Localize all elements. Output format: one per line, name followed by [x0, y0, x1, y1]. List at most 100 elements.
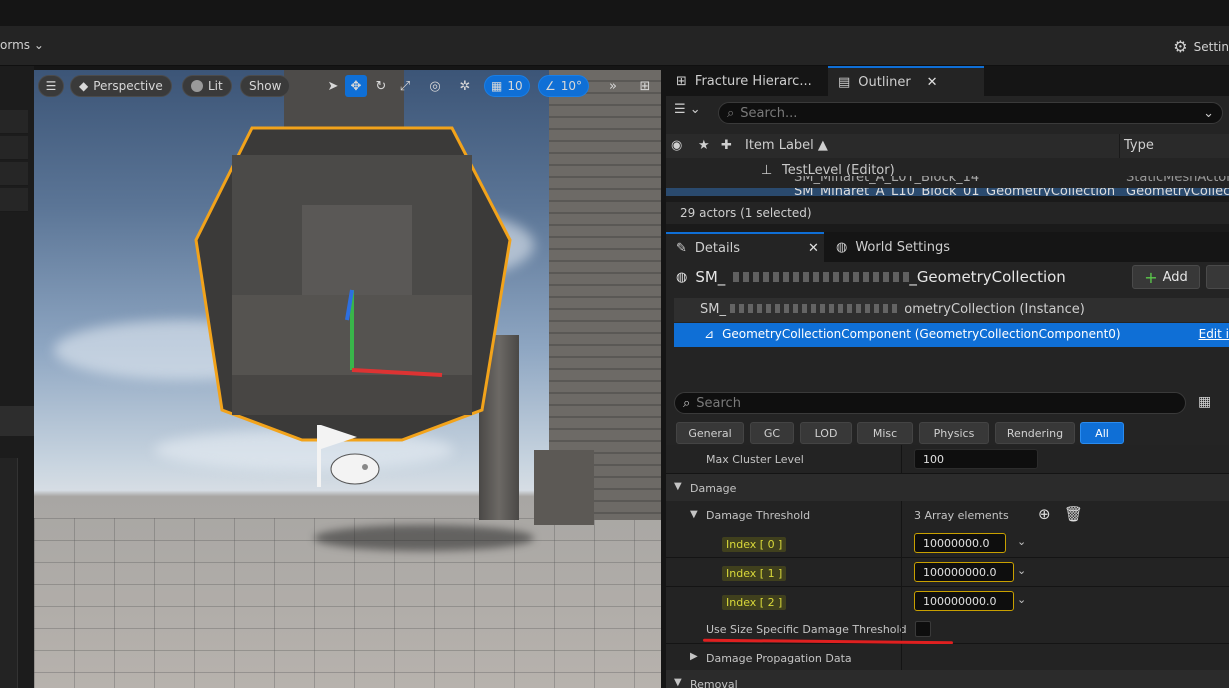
column-divider [1119, 134, 1120, 158]
outliner-tab-row: ⊞ Fracture Hierarc... ▤ Outliner ✕ [666, 66, 1229, 96]
index-2-field[interactable]: 100000000.0 [914, 591, 1014, 611]
property-matrix-icon[interactable]: ▦ [1198, 394, 1211, 410]
more-options-icon[interactable]: » [602, 75, 624, 97]
rotate-mode-icon[interactable]: ↻ [370, 75, 392, 97]
globe-icon: ◍ [836, 239, 848, 255]
tab-details[interactable]: ✎ Details ✕ [666, 232, 824, 262]
grid-icon: ▦ [491, 79, 503, 93]
column-divider [901, 615, 902, 644]
property-size-specific-damage: Use Size Specific Damage Threshold [666, 615, 1229, 645]
section-removal[interactable]: ▼ Removal [666, 670, 1229, 688]
column-divider [901, 587, 902, 616]
left-panel-item[interactable] [0, 188, 28, 212]
instance-row[interactable]: SM_ ometryCollection (Instance) [674, 298, 1229, 322]
surface-snap-icon[interactable]: ✲ [454, 75, 476, 97]
visibility-icon[interactable]: ◉ [671, 138, 682, 153]
index-0-field[interactable]: 10000000.0 [914, 533, 1006, 553]
left-panel-block [0, 458, 18, 688]
add-component-button[interactable]: + Add [1132, 265, 1200, 289]
viewport-toolbar: ☰ ◆ Perspective Lit Show ➤ ✥ ↻ ⤢ ◎ ✲ ▦ 1… [34, 70, 661, 102]
redacted-text [733, 272, 914, 282]
filter-misc[interactable]: Misc [857, 422, 913, 444]
platforms-menu[interactable]: orms ⌄ [0, 38, 44, 52]
filter-gc[interactable]: GC [750, 422, 794, 444]
filter-physics[interactable]: Physics [919, 422, 989, 444]
filter-all[interactable]: All [1080, 422, 1124, 444]
tower-base-mesh [534, 450, 594, 525]
chevron-down-icon: ▼ [690, 509, 698, 520]
close-icon[interactable]: ✕ [808, 241, 819, 256]
pencil-icon: ✎ [676, 240, 687, 256]
property-damage-propagation[interactable]: ▶ Damage Propagation Data [666, 644, 1229, 673]
layout-icon[interactable]: ⊞ [634, 75, 656, 97]
redacted-text [730, 304, 901, 313]
component-row-selected[interactable]: ⊿ GeometryCollectionComponent (GeometryC… [674, 323, 1229, 347]
property-damage-threshold[interactable]: ▼ Damage Threshold 3 Array elements ⊕ 🗑 [666, 501, 1229, 530]
chevron-down-icon[interactable]: ⌄ [1017, 593, 1026, 606]
object-shadow [314, 525, 534, 551]
select-mode-icon[interactable]: ➤ [322, 75, 344, 97]
chevron-down-icon: ⌄ [689, 102, 701, 117]
outliner-search-input[interactable]: ⌕ Search... ⌄ [718, 102, 1223, 124]
close-icon[interactable]: ✕ [927, 75, 938, 90]
left-panel-item[interactable] [0, 110, 28, 134]
selected-geometry-collection[interactable] [192, 120, 514, 448]
chevron-down-icon: ▼ [674, 677, 682, 688]
grid-snap-button[interactable]: ▦ 10 [484, 75, 530, 97]
array-element-0: Index [ 0 ] 10000000.0 ⌄ [666, 529, 1229, 558]
add-element-icon[interactable]: ⊕ [1038, 505, 1051, 523]
translate-mode-icon[interactable]: ✥ [345, 75, 367, 97]
rotation-snap-button[interactable]: ∠ 10° [538, 75, 590, 97]
column-divider [901, 445, 902, 474]
level-viewport[interactable] [34, 70, 661, 688]
left-panel-block [0, 406, 34, 436]
outliner-item-row[interactable]: SM_Minaret_A_L0T_Block_14 StaticMeshActo… [666, 176, 1229, 188]
column-divider [901, 529, 902, 558]
perspective-button[interactable]: ◆ Perspective [70, 75, 172, 97]
filter-button[interactable]: ☰ ⌄ [674, 102, 701, 117]
details-search-input[interactable]: ⌕ Search [674, 392, 1186, 414]
chevron-down-icon: ⌄ [33, 38, 44, 52]
outliner-item-row-selected[interactable]: SM_Minaret_A_L10_Block_01_GeometryCollec… [666, 188, 1229, 196]
chevron-down-icon: ⌄ [1203, 105, 1214, 121]
left-panel-item[interactable] [0, 136, 28, 160]
scale-mode-icon[interactable]: ⤢ [394, 75, 416, 97]
player-start-icon [317, 425, 380, 487]
column-divider [901, 644, 902, 673]
max-cluster-level-field[interactable]: 100 [914, 449, 1038, 469]
hierarchy-icon: ⊞ [676, 73, 687, 89]
edit-link[interactable]: Edit i [1199, 327, 1229, 341]
chevron-down-icon[interactable]: ⌄ [1017, 564, 1026, 577]
size-specific-checkbox[interactable] [915, 621, 931, 637]
tab-world-settings[interactable]: ◍ World Settings [826, 232, 986, 262]
show-button[interactable]: Show [240, 75, 291, 97]
column-item-label[interactable]: Item Label ▲ [745, 138, 828, 153]
star-icon[interactable]: ★ [698, 138, 710, 153]
search-icon: ⌕ [727, 105, 735, 121]
tab-fracture-hierarchy[interactable]: ⊞ Fracture Hierarc... [666, 66, 826, 96]
filter-general[interactable]: General [676, 422, 744, 444]
hamburger-icon: ☰ [45, 79, 57, 93]
tab-outliner[interactable]: ▤ Outliner ✕ [828, 66, 984, 96]
column-type[interactable]: Type [1124, 138, 1154, 153]
viewport-menu-button[interactable]: ☰ [38, 75, 64, 97]
trash-icon[interactable]: 🗑 [1064, 505, 1083, 523]
details-tab-row: ✎ Details ✕ ◍ World Settings [666, 232, 1229, 262]
left-panel-item[interactable] [0, 162, 28, 186]
filter-rendering[interactable]: Rendering [995, 422, 1075, 444]
lit-button[interactable]: Lit [182, 75, 232, 97]
world-local-icon[interactable]: ◎ [424, 75, 446, 97]
index-1-field[interactable]: 100000000.0 [914, 562, 1014, 582]
chevron-down-icon[interactable]: ⌄ [1017, 535, 1026, 548]
filter-lod[interactable]: LOD [800, 422, 852, 444]
section-damage[interactable]: ▼ Damage [666, 474, 1229, 503]
cube-icon: ◆ [79, 79, 89, 93]
right-panel: ⊞ Fracture Hierarc... ▤ Outliner ✕ ☰ ⌄ ⌕… [666, 66, 1229, 688]
chevron-down-icon: ▼ [674, 481, 682, 492]
column-divider [901, 558, 902, 587]
lit-icon [191, 80, 203, 92]
pin-icon[interactable]: ✚ [721, 138, 732, 153]
blueprint-button[interactable] [1206, 265, 1229, 289]
settings-button[interactable]: ⚙ Settin [1173, 37, 1229, 56]
column-divider [901, 501, 902, 530]
